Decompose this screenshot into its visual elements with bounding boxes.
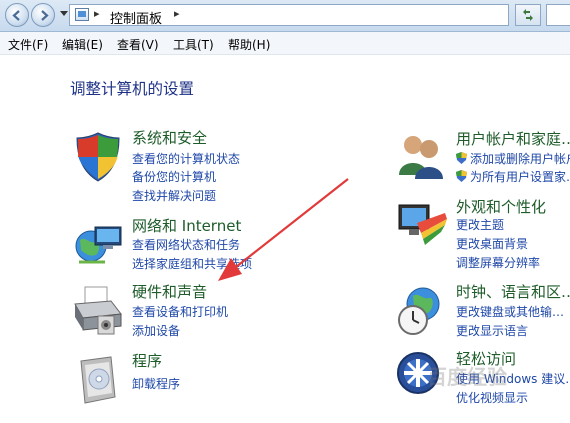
annotation-arrow-icon xyxy=(218,178,349,281)
watermark: 百度经验 xyxy=(427,365,507,389)
